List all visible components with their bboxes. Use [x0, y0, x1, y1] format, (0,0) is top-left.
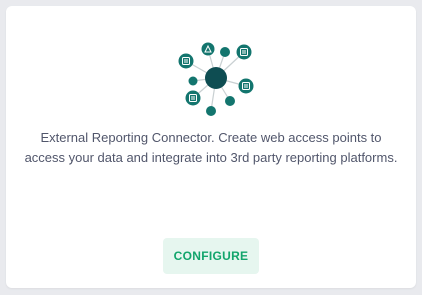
network-hub-icon [178, 42, 254, 116]
connector-description: External Reporting Connector. Create web… [24, 130, 398, 165]
configure-button[interactable]: CONFIGURE [163, 238, 259, 274]
connector-card: External Reporting Connector. Create web… [6, 6, 416, 288]
